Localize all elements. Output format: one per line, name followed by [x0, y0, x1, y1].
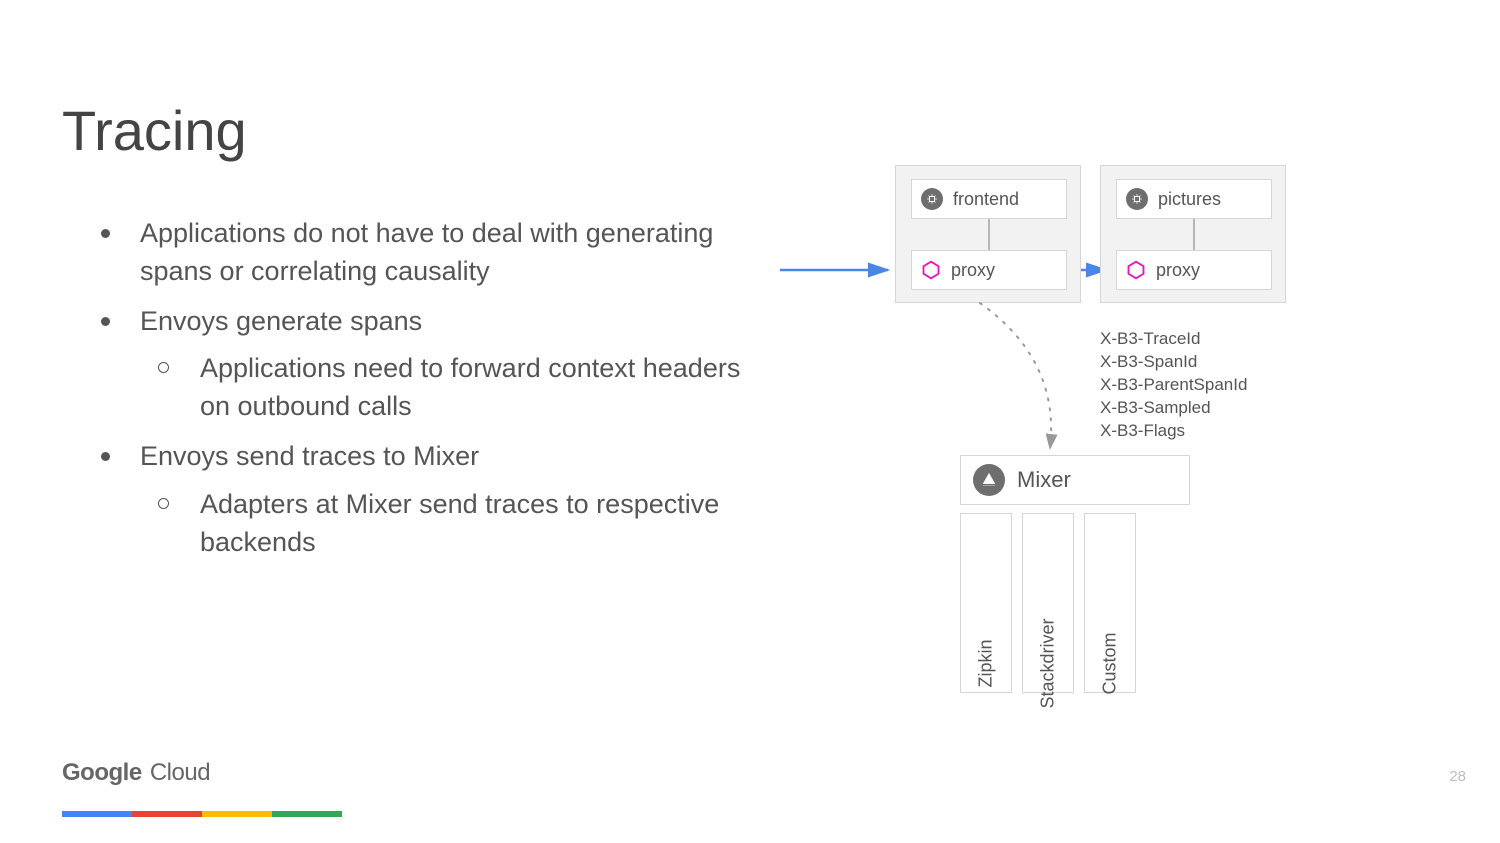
proxy-frontend: proxy — [911, 250, 1067, 290]
service-frontend-group: frontend proxy — [895, 165, 1081, 303]
header-traceid: X-B3-TraceId — [1100, 328, 1247, 351]
chip-icon — [1126, 188, 1148, 210]
bullet-2a: Applications need to forward context hea… — [140, 350, 775, 426]
adapter-stackdriver-label: Stackdriver — [1038, 618, 1059, 708]
bullet-3-text: Envoys send traces to Mixer — [140, 441, 479, 471]
proxy-pictures-label: proxy — [1156, 260, 1200, 281]
header-spanid: X-B3-SpanId — [1100, 351, 1247, 374]
arrow-to-mixer — [970, 300, 1090, 460]
chip-icon — [921, 188, 943, 210]
connector-line — [988, 219, 990, 250]
service-pictures: pictures — [1116, 179, 1272, 219]
adapter-stackdriver: Stackdriver — [1022, 513, 1074, 693]
adapters-row: Zipkin Stackdriver Custom — [960, 513, 1190, 693]
diagram: frontend proxy pictures — [800, 165, 1420, 725]
page-number: 28 — [1449, 768, 1466, 785]
adapter-custom: Custom — [1084, 513, 1136, 693]
context-headers: X-B3-TraceId X-B3-SpanId X-B3-ParentSpan… — [1100, 328, 1247, 443]
bullet-1: Applications do not have to deal with ge… — [95, 215, 775, 291]
adapter-zipkin: Zipkin — [960, 513, 1012, 693]
adapter-zipkin-label: Zipkin — [976, 639, 997, 687]
proxy-pictures: proxy — [1116, 250, 1272, 290]
service-pictures-group: pictures proxy — [1100, 165, 1286, 303]
bullet-2-text: Envoys generate spans — [140, 306, 422, 336]
connector-line — [1193, 219, 1195, 250]
header-parentspanid: X-B3-ParentSpanId — [1100, 374, 1247, 397]
bullet-2: Envoys generate spans Applications need … — [95, 303, 775, 426]
page-title: Tracing — [62, 98, 247, 163]
logo-google: Google — [62, 759, 142, 786]
service-frontend: frontend — [911, 179, 1067, 219]
bullet-3: Envoys send traces to Mixer Adapters at … — [95, 438, 775, 561]
mixer-box: Mixer — [960, 455, 1190, 505]
bullet-3a: Adapters at Mixer send traces to respect… — [140, 486, 775, 562]
header-flags: X-B3-Flags — [1100, 420, 1247, 443]
logo-cloud: Cloud — [144, 759, 210, 786]
slide: Tracing Applications do not have to deal… — [0, 0, 1500, 843]
service-pictures-label: pictures — [1158, 189, 1221, 210]
adapter-custom-label: Custom — [1100, 632, 1121, 694]
istio-icon — [973, 464, 1005, 496]
arrow-incoming — [780, 260, 900, 280]
mixer-label: Mixer — [1017, 467, 1071, 493]
mixer-group: Mixer Zipkin Stackdriver Custom — [960, 455, 1190, 693]
bullet-content: Applications do not have to deal with ge… — [95, 215, 775, 573]
brand-colorbar — [62, 811, 342, 817]
header-sampled: X-B3-Sampled — [1100, 397, 1247, 420]
google-cloud-logo: Google Cloud — [62, 759, 210, 787]
hexagon-icon — [921, 260, 941, 280]
hexagon-icon — [1126, 260, 1146, 280]
proxy-frontend-label: proxy — [951, 260, 995, 281]
service-frontend-label: frontend — [953, 189, 1019, 210]
